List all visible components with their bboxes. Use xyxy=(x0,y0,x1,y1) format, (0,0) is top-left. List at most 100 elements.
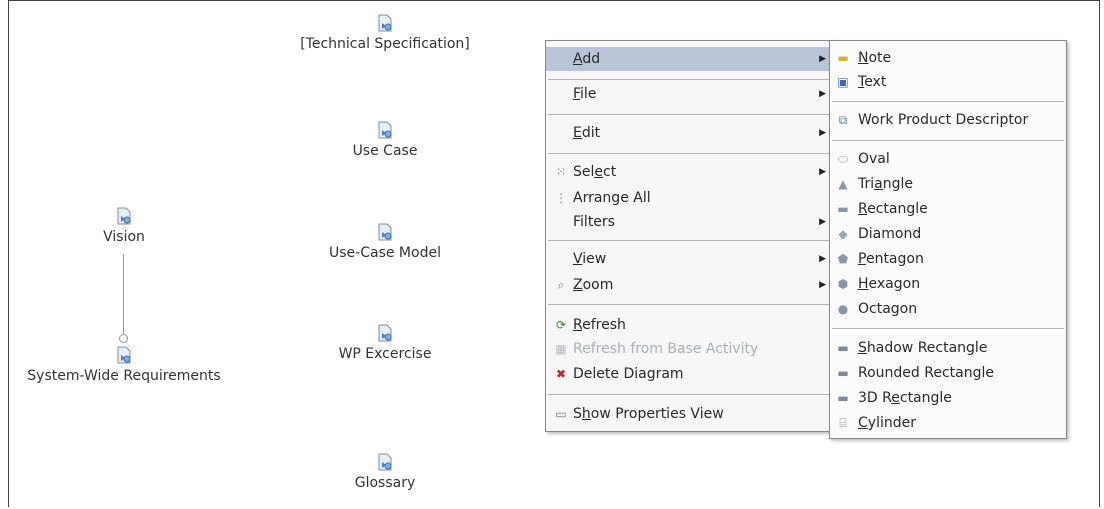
menu-item-select[interactable]: ⁙ Select ▶ xyxy=(546,160,832,184)
diamond-icon: ◆ xyxy=(838,227,848,241)
submenu-arrow-icon: ▶ xyxy=(819,217,826,227)
menu-item-label: efresh xyxy=(582,317,626,333)
menu-item-zoom[interactable]: ⌕ Zoom ▶ xyxy=(546,273,832,297)
node-vision[interactable]: Vision xyxy=(74,207,174,245)
mnemonic: a xyxy=(874,176,883,192)
menu-item-rectangle[interactable]: ▬ Rectangle xyxy=(830,197,1066,221)
node-label: Glossary xyxy=(354,475,416,491)
menu-item-work-product-descriptor[interactable]: ⧉ Work Product Descriptor xyxy=(830,108,1066,132)
menu-item-refresh-from-base-activity[interactable]: ▦ Refresh from Base Activity xyxy=(546,337,832,361)
node-system-wide-requirements[interactable]: System-Wide Requirements xyxy=(14,346,234,384)
node-label: WP Excercise xyxy=(338,346,432,362)
octagon-icon: ● xyxy=(837,302,849,316)
mnemonic: e xyxy=(891,390,900,406)
menu-item-delete-diagram[interactable]: ✖ Delete Diagram xyxy=(546,362,832,386)
menu-item-filters[interactable]: Filters ▶ xyxy=(546,210,832,234)
triangle-icon: ▲ xyxy=(838,177,848,191)
mnemonic: R xyxy=(573,317,583,333)
menu-separator xyxy=(548,240,830,241)
text-icon: ▣ xyxy=(837,75,849,89)
menu-item-label: e All xyxy=(620,190,651,206)
submenu-arrow-icon: ▶ xyxy=(819,89,826,99)
menu-item-label: Delete Diagram xyxy=(573,366,684,382)
menu-item-file[interactable]: File ▶ xyxy=(546,82,832,106)
menu-item-label: dd xyxy=(582,51,601,67)
menu-item-arrange-all[interactable]: ⋮ Arrange All xyxy=(546,186,832,210)
context-menu: Add ▶ File ▶ Edit ▶ ⁙ Select ▶ ⋮ Arrange… xyxy=(545,40,833,432)
mnemonic: P xyxy=(858,251,866,267)
node-label: System-Wide Requirements xyxy=(27,368,221,384)
mnemonic: g xyxy=(611,190,621,206)
node-label: Use Case xyxy=(352,143,418,159)
menu-item-pentagon[interactable]: ⬟ Pentagon xyxy=(830,247,1066,271)
menu-item-diamond[interactable]: ◆ Diamond xyxy=(830,222,1066,246)
menu-item-label: ectangle xyxy=(867,201,928,217)
menu-item-label: Octagon xyxy=(858,301,918,317)
note-icon: ▬ xyxy=(837,51,849,65)
menu-item-label: dit xyxy=(581,125,601,141)
3d-rectangle-icon: ▬ xyxy=(837,391,849,405)
menu-item-label: Tri xyxy=(858,176,875,192)
menu-item-note[interactable]: ▬ Note xyxy=(830,46,1066,70)
node-wp-excercise[interactable]: WP Excercise xyxy=(315,324,455,362)
menu-item-label: oom xyxy=(582,277,614,293)
menu-item-edit[interactable]: Edit ▶ xyxy=(546,121,832,145)
submenu-arrow-icon: ▶ xyxy=(819,128,826,138)
menu-separator xyxy=(548,79,830,80)
menu-item-label: ext xyxy=(864,74,887,90)
menu-item-cylinder[interactable]: ⌸ Cylinder xyxy=(830,411,1066,435)
menu-item-label: ct xyxy=(603,164,617,180)
menu-item-view[interactable]: View ▶ xyxy=(546,247,832,271)
mnemonic: A xyxy=(573,51,583,67)
menu-item-label: S xyxy=(573,406,582,422)
mnemonic: V xyxy=(573,251,583,267)
node-label: [Technical Specification] xyxy=(300,36,470,52)
menu-item-refresh[interactable]: ⟳ Refresh xyxy=(546,313,832,337)
menu-item-rounded-rectangle[interactable]: ▬ Rounded Rectangle xyxy=(830,361,1066,385)
menu-item-label: Work Product Descriptor xyxy=(858,112,1029,128)
zoom-icon: ⌕ xyxy=(557,278,565,292)
menu-item-label: Rounded Rectangle xyxy=(858,365,994,381)
node-glossary[interactable]: Glossary xyxy=(335,453,435,491)
menu-item-label: ile xyxy=(580,86,597,102)
menu-item-label: ylinder xyxy=(867,415,916,431)
work-product-icon xyxy=(378,453,392,471)
menu-item-add[interactable]: Add ▶ xyxy=(546,47,832,71)
menu-item-label: ote xyxy=(868,50,892,66)
mnemonic: S xyxy=(858,340,867,356)
menu-item-label: Arran xyxy=(573,190,612,206)
menu-item-text[interactable]: ▣ Text xyxy=(830,70,1066,94)
menu-item-label: Oval xyxy=(858,151,890,167)
menu-item-label: hadow Rectangle xyxy=(866,340,988,356)
menu-separator xyxy=(832,140,1064,141)
menu-item-label: iew xyxy=(582,251,607,267)
menu-separator xyxy=(832,328,1064,329)
menu-separator xyxy=(548,304,830,305)
menu-item-show-properties-view[interactable]: ▭ Show Properties View xyxy=(546,402,832,426)
menu-item-octagon[interactable]: ● Octagon xyxy=(830,297,1066,321)
refresh-icon: ⟳ xyxy=(555,318,567,332)
menu-item-shadow-rectangle[interactable]: ▬ Shadow Rectangle xyxy=(830,336,1066,360)
vision-connector-line[interactable] xyxy=(123,254,124,336)
menu-item-hexagon[interactable]: ⬢ Hexagon xyxy=(830,272,1066,296)
pentagon-icon: ⬟ xyxy=(837,252,849,266)
menu-separator xyxy=(548,153,830,154)
menu-item-oval[interactable]: ⬭ Oval xyxy=(830,147,1066,171)
node-use-case[interactable]: Use Case xyxy=(325,121,445,159)
node-use-case-model[interactable]: Use-Case Model xyxy=(305,223,465,261)
mnemonic: C xyxy=(858,415,868,431)
work-product-icon xyxy=(378,121,392,139)
menu-item-3d-rectangle[interactable]: ▬ 3D Rectangle xyxy=(830,386,1066,410)
menu-item-label: exagon xyxy=(868,276,921,292)
menu-separator xyxy=(548,114,830,115)
rounded-rectangle-icon: ▬ xyxy=(837,366,849,380)
work-product-icon xyxy=(117,207,131,225)
shadow-rectangle-icon: ▬ xyxy=(837,341,849,355)
submenu-arrow-icon: ▶ xyxy=(819,54,826,64)
node-technical-specification[interactable]: [Technical Specification] xyxy=(285,14,485,52)
menu-item-label: Diamond xyxy=(858,226,922,242)
mnemonic: R xyxy=(858,201,868,217)
menu-item-triangle[interactable]: ▲ Triangle xyxy=(830,172,1066,196)
mnemonic: h xyxy=(581,406,591,422)
menu-item-label: 3D R xyxy=(858,390,892,406)
